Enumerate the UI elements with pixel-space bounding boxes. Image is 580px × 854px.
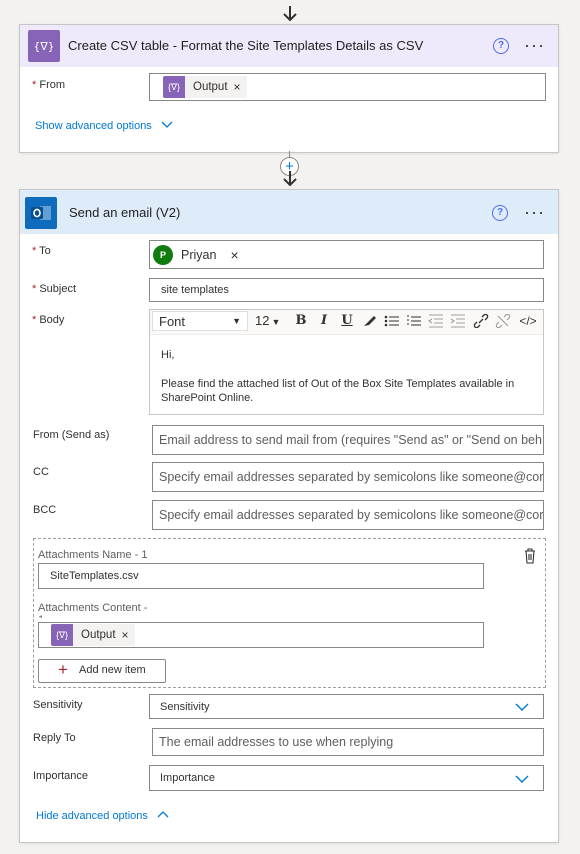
bcc-field[interactable]: Specify email addresses separated by sem… <box>152 500 544 530</box>
to-label: * To <box>32 245 51 257</box>
variable-icon: {∇} <box>163 76 185 98</box>
arrow-down-icon <box>283 171 297 187</box>
body-line: Please find the attached list of Out of … <box>161 377 515 390</box>
subject-field[interactable]: site templates <box>149 278 544 302</box>
recipient-token[interactable]: P Priyan × <box>153 244 245 266</box>
bold-button[interactable]: B <box>291 310 311 332</box>
remove-token-icon[interactable]: × <box>122 628 129 642</box>
attachment-content-field[interactable]: {∇} Output × <box>38 622 484 648</box>
output-token[interactable]: {∇} Output × <box>51 624 135 646</box>
csv-card-header[interactable]: {∇} Create CSV table - Format the Site T… <box>20 25 558 67</box>
attachment-content-label: Attachments Content - 1 <box>38 602 147 618</box>
cc-field[interactable]: Specify email addresses separated by sem… <box>152 462 544 492</box>
body-text[interactable]: Hi, Please find the attached list of Out… <box>161 348 531 406</box>
editor-toolbar: Font ▼ 12 ▼ B I U </> <box>150 310 543 335</box>
numbered-list-icon[interactable] <box>406 314 422 328</box>
font-size-select[interactable]: 12 ▼ <box>255 310 289 332</box>
card-title: Send an email (V2) <box>69 205 181 220</box>
email-card-header[interactable]: Send an email (V2) ? ··· <box>20 190 558 234</box>
cc-label: CC <box>33 466 49 478</box>
send-email-card: Send an email (V2) ? ··· * To P Priyan ×… <box>19 189 559 843</box>
remove-recipient-icon[interactable]: × <box>230 247 238 263</box>
hide-advanced-options-link[interactable]: Hide advanced options <box>36 810 169 822</box>
help-icon[interactable]: ? <box>493 38 509 54</box>
delete-item-icon[interactable] <box>522 547 538 565</box>
placeholder: The email addresses to use when replying <box>159 735 394 749</box>
dropdown-value: Sensitivity <box>160 701 210 713</box>
reply-to-label: Reply To <box>33 732 76 744</box>
attachment-name-field[interactable]: SiteTemplates.csv <box>38 563 484 589</box>
from-label: * From <box>32 79 66 91</box>
chevron-down-icon <box>515 703 529 711</box>
bcc-label: BCC <box>33 504 57 516</box>
arrow-down-icon <box>283 6 297 22</box>
body-line: Hi, <box>161 349 175 361</box>
body-label: * Body <box>32 314 65 326</box>
plus-icon: + <box>58 660 68 679</box>
from-field[interactable]: {∇} Output × <box>149 73 546 101</box>
placeholder: Email address to send mail from (require… <box>159 433 542 447</box>
sensitivity-dropdown[interactable]: Sensitivity <box>149 694 544 719</box>
dropdown-value: Importance <box>160 772 216 784</box>
unlink-icon[interactable] <box>495 314 511 328</box>
reply-to-field[interactable]: The email addresses to use when replying <box>152 728 544 756</box>
attachment-name-label: Attachments Name - 1 <box>38 549 148 561</box>
highlight-brush-icon[interactable] <box>362 314 378 328</box>
variable-icon: {∇} <box>51 624 73 646</box>
subject-label: * Subject <box>32 283 77 295</box>
subject-value: site templates <box>161 284 229 296</box>
font-value: Font <box>159 314 186 329</box>
token-label: Output <box>193 81 228 93</box>
underline-button[interactable]: U <box>337 310 357 332</box>
more-options-icon[interactable]: ··· <box>524 203 545 221</box>
add-new-item-label: Add new item <box>79 664 146 676</box>
show-advanced-options-link[interactable]: Show advanced options <box>35 120 173 132</box>
avatar: P <box>153 245 173 265</box>
from-send-as-field[interactable]: Email address to send mail from (require… <box>152 425 544 455</box>
chevron-down-icon <box>161 121 173 128</box>
outlook-icon <box>25 197 57 229</box>
create-csv-card: {∇} Create CSV table - Format the Site T… <box>19 24 559 153</box>
token-label: Output <box>81 629 116 641</box>
font-size-value: 12 <box>255 313 270 328</box>
importance-label: Importance <box>33 770 89 782</box>
increase-indent-icon[interactable] <box>450 314 466 328</box>
sensitivity-label: Sensitivity <box>33 699 83 711</box>
placeholder: Specify email addresses separated by sem… <box>159 508 544 522</box>
body-line: SharePoint Online. <box>161 392 254 404</box>
placeholder: Specify email addresses separated by sem… <box>159 470 544 484</box>
variable-icon: {∇} <box>28 30 60 62</box>
bulleted-list-icon[interactable] <box>384 314 400 328</box>
caret-down-icon: ▼ <box>232 316 241 326</box>
label-line: Attachments Content - <box>38 602 148 614</box>
chevron-up-icon <box>157 811 169 818</box>
help-icon[interactable]: ? <box>492 205 508 221</box>
chevron-down-icon <box>515 775 529 783</box>
italic-button[interactable]: I <box>314 310 334 332</box>
more-options-icon[interactable]: ··· <box>524 36 545 54</box>
importance-dropdown[interactable]: Importance <box>149 765 544 791</box>
caret-down-icon: ▼ <box>271 317 281 327</box>
font-family-select[interactable]: Font ▼ <box>152 311 248 331</box>
code-view-button[interactable]: </> <box>516 310 540 332</box>
attachment-group: Attachments Name - 1 SiteTemplates.csv A… <box>33 538 546 688</box>
output-token[interactable]: {∇} Output × <box>163 76 247 98</box>
body-editor[interactable]: Font ▼ 12 ▼ B I U </> Hi, Please find the… <box>149 309 544 415</box>
svg-text:{∇}: {∇} <box>35 40 53 53</box>
remove-token-icon[interactable]: × <box>234 80 241 94</box>
decrease-indent-icon[interactable] <box>428 314 444 328</box>
card-title: Create CSV table - Format the Site Templ… <box>68 38 424 53</box>
attachment-name-value: SiteTemplates.csv <box>50 570 139 582</box>
recipient-name: Priyan <box>181 248 217 262</box>
to-field[interactable]: P Priyan × <box>149 240 544 269</box>
add-new-item-button[interactable]: + Add new item <box>38 659 166 683</box>
link-icon[interactable] <box>473 314 489 328</box>
from-send-as-label: From (Send as) <box>33 429 110 441</box>
label-line: 1 <box>38 614 147 618</box>
